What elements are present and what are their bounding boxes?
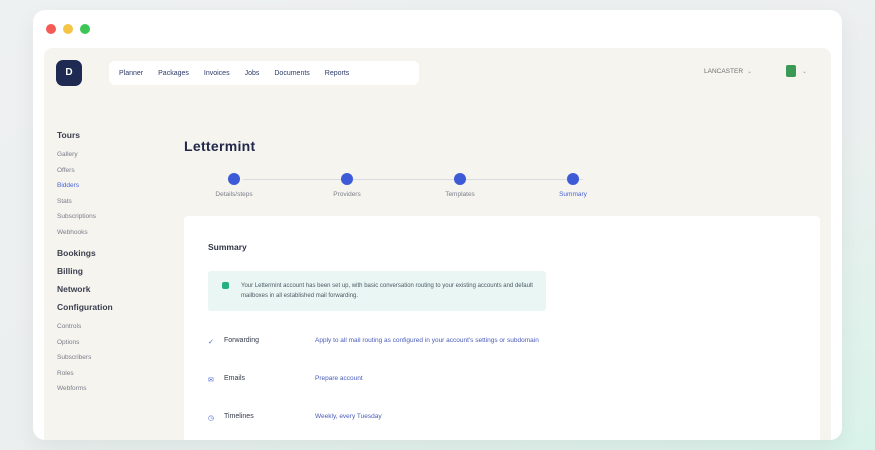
nav-item-reports[interactable]: Reports: [325, 70, 350, 77]
chevron-down-icon: ⌄: [747, 69, 753, 75]
step-dot: [341, 173, 353, 185]
mail-icon: ✉: [208, 377, 214, 384]
summary-row: ◷ Timelines Weekly, every Tuesday: [208, 410, 768, 440]
row-label: Emails: [224, 375, 246, 382]
summary-row: ✉ Emails Prepare account: [208, 372, 768, 410]
user-menu[interactable]: ⌄: [786, 65, 807, 77]
sidebar-group-tours[interactable]: Tours: [57, 130, 167, 140]
step-label: Templates: [445, 191, 475, 198]
close-window-button[interactable]: [46, 24, 56, 34]
sidebar-item-options[interactable]: Options: [57, 335, 167, 351]
chevron-down-icon: ⌄: [802, 68, 808, 75]
alert-message: Your Lettermint account has been set up,…: [241, 283, 533, 299]
sidebar-item-stats[interactable]: Stats: [57, 194, 167, 210]
setup-stepper: Details/steps Providers Templates Summar…: [184, 170, 624, 210]
sidebar-item-offers[interactable]: Offers: [57, 163, 167, 179]
top-navigation: Planner Packages Invoices Jobs Documents…: [109, 61, 419, 85]
sidebar-group-network[interactable]: Network: [57, 284, 167, 294]
summary-rows: ✓ Forwarding Apply to all mail routing a…: [208, 334, 768, 440]
sidebar-group-billing[interactable]: Billing: [57, 266, 167, 276]
app-content: D Planner Packages Invoices Jobs Documen…: [44, 48, 831, 440]
title-bar: [33, 10, 842, 48]
sidebar-item-webhooks[interactable]: Webhooks: [57, 225, 167, 241]
account-label: LANCASTER: [704, 68, 744, 75]
summary-title: Summary: [208, 242, 247, 252]
nav-item-documents[interactable]: Documents: [274, 70, 309, 77]
summary-card: Summary Your Lettermint account has been…: [184, 216, 820, 440]
step-label: Providers: [333, 191, 361, 198]
clock-icon: ◷: [208, 415, 215, 422]
nav-item-jobs[interactable]: Jobs: [245, 70, 260, 77]
check-icon: ✓: [208, 339, 214, 346]
step-label: Summary: [559, 191, 587, 198]
stepper-track: [243, 179, 583, 180]
sidebar-group-configuration[interactable]: Configuration: [57, 302, 167, 312]
step-dot: [454, 173, 466, 185]
step-label: Details/steps: [215, 191, 253, 198]
page-title: Lettermint: [184, 138, 256, 154]
nav-item-invoices[interactable]: Invoices: [204, 70, 230, 77]
success-alert: Your Lettermint account has been set up,…: [208, 271, 546, 311]
sidebar-item-gallery[interactable]: Gallery: [57, 147, 167, 163]
nav-item-packages[interactable]: Packages: [158, 70, 189, 77]
sidebar-item-roles[interactable]: Roles: [57, 366, 167, 382]
step-dot: [567, 173, 579, 185]
step-summary[interactable]: Summary: [533, 173, 613, 198]
check-circle-icon: [222, 282, 229, 289]
step-templates[interactable]: Templates: [420, 173, 500, 198]
sidebar-group-bookings[interactable]: Bookings: [57, 248, 167, 258]
account-switcher[interactable]: LANCASTER ⌄: [704, 68, 752, 75]
summary-row: ✓ Forwarding Apply to all mail routing a…: [208, 334, 768, 372]
sidebar: Tours Gallery Offers Bidders Stats Subsc…: [57, 130, 167, 397]
app-logo[interactable]: D: [56, 60, 82, 86]
row-value: Prepare account: [315, 375, 363, 382]
nav-item-planner[interactable]: Planner: [119, 70, 143, 77]
minimize-window-button[interactable]: [63, 24, 73, 34]
user-icon: [786, 65, 796, 77]
sidebar-item-webforms[interactable]: Webforms: [57, 381, 167, 397]
step-providers[interactable]: Providers: [307, 173, 387, 198]
row-label: Forwarding: [224, 337, 260, 344]
step-details[interactable]: Details/steps: [194, 173, 274, 198]
row-value: Apply to all mail routing as configured …: [315, 337, 539, 344]
sidebar-item-controls[interactable]: Controls: [57, 319, 167, 335]
row-label: Timelines: [224, 413, 254, 420]
sidebar-item-bidders[interactable]: Bidders: [57, 178, 167, 194]
app-window: D Planner Packages Invoices Jobs Documen…: [33, 10, 842, 440]
row-value: Weekly, every Tuesday: [315, 413, 382, 420]
maximize-window-button[interactable]: [80, 24, 90, 34]
sidebar-item-subscriptions[interactable]: Subscriptions: [57, 209, 167, 225]
step-dot: [228, 173, 240, 185]
sidebar-item-subscribers[interactable]: Subscribers: [57, 350, 167, 366]
